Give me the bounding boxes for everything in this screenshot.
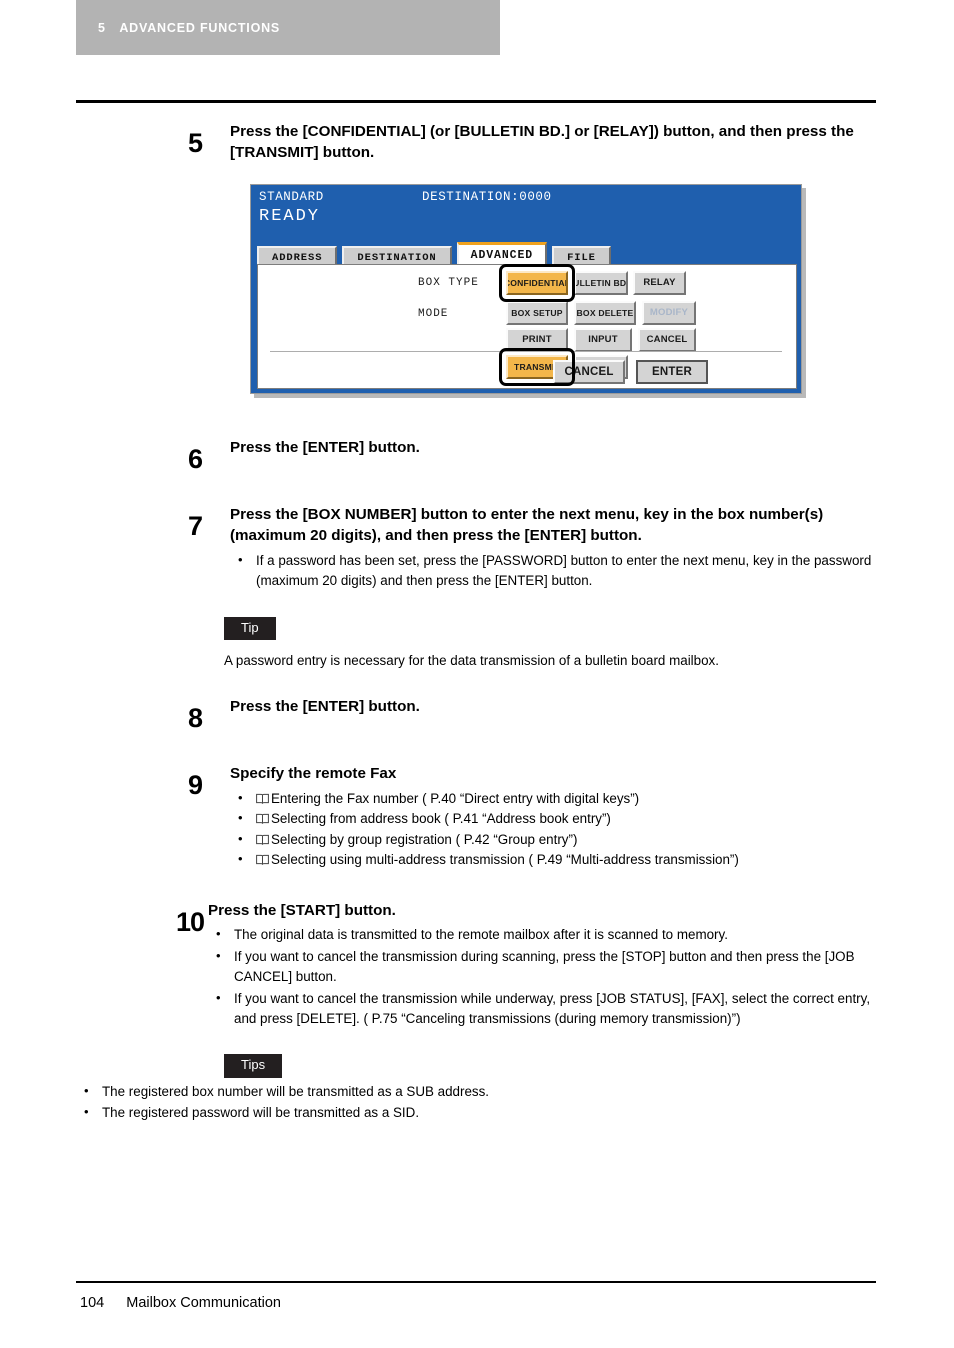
step-6-heading: Press the [ENTER] button. — [230, 438, 420, 456]
step-10: 10 Press the [START] button. The origina… — [76, 901, 876, 1031]
step-10-number: 10 — [176, 906, 205, 937]
step-8-number: 8 — [188, 703, 203, 734]
tips-block: Tips — [224, 1054, 876, 1078]
page-number: 104 — [80, 1295, 105, 1311]
lcd-content-panel: BOX TYPE MODE CONFIDENTIAL ULLETIN BD. R… — [257, 263, 797, 389]
list-item: If you want to cancel the transmission d… — [208, 946, 876, 988]
footer-section-title: Mailbox Communication — [126, 1295, 281, 1311]
step-7-number: 7 — [188, 510, 203, 541]
list-item: The original data is transmitted to the … — [208, 924, 876, 945]
tip-block: Tip — [224, 616, 876, 640]
step-10-heading: Press the [START] button. — [208, 901, 396, 919]
step-10-bullets: The original data is transmitted to the … — [208, 924, 876, 1030]
step-7-heading: Press the [BOX NUMBER] button to enter t… — [230, 505, 824, 544]
chapter-header-band: 5 ADVANCED FUNCTIONS — [76, 0, 500, 55]
list-item: Selecting from address book ( P.41 “Addr… — [230, 808, 876, 829]
callout-ring-confidential — [499, 263, 575, 302]
page-footer: 104 Mailbox Communication — [80, 1295, 281, 1311]
book-icon — [256, 854, 269, 866]
list-item: The registered password will be transmit… — [76, 1102, 876, 1123]
list-item-text: Selecting using multi-address transmissi… — [271, 852, 739, 868]
button-relay[interactable]: RELAY — [633, 270, 686, 295]
callout-ring-transmit — [499, 347, 575, 386]
chapter-title: ADVANCED FUNCTIONS — [119, 20, 281, 35]
list-item: Selecting by group registration ( P.42 “… — [230, 829, 876, 850]
list-item-text: Selecting from address book ( P.41 “Addr… — [271, 811, 611, 827]
step-5-heading: Press the [CONFIDENTIAL] (or [BULLETIN B… — [230, 123, 854, 161]
footer-divider — [76, 1281, 876, 1283]
step-5-number: 5 — [188, 128, 203, 158]
list-item-text: If you want to cancel the transmission w… — [234, 990, 871, 1026]
lcd-status-row: STANDARD DESTINATION:0000 — [259, 189, 801, 204]
step-7-bullets: If a password has been set, press the [P… — [230, 550, 876, 592]
label-box-type: BOX TYPE — [418, 276, 479, 289]
step-9-heading: Specify the remote Fax — [230, 765, 397, 783]
lcd-ready-text: READY — [259, 206, 321, 226]
fax-lcd-screen: STANDARD DESTINATION:0000 READY ADDRESS … — [250, 183, 802, 394]
header-divider — [76, 100, 876, 103]
button-enter[interactable]: ENTER — [636, 359, 708, 384]
page-content: 5 Press the [CONFIDENTIAL] (or [BULLETIN… — [76, 114, 876, 1124]
step-9-bullets: Entering the Fax number ( P.40 “Direct e… — [230, 788, 876, 871]
button-bulletin-bd[interactable]: ULLETIN BD. — [574, 270, 628, 295]
book-icon — [256, 793, 269, 804]
step-6: 6 Press the [ENTER] button. — [76, 438, 876, 473]
lcd-status-text: STANDARD — [259, 189, 324, 204]
lcd-destination-counter: DESTINATION:0000 — [422, 189, 552, 204]
step-9: 9 Specify the remote Fax Entering the Fa… — [76, 764, 876, 870]
step-5: 5 Press the [CONFIDENTIAL] (or [BULLETIN… — [76, 122, 876, 164]
step-6-number: 6 — [188, 443, 203, 474]
list-item-text: Entering the Fax number ( P.40 “Direct e… — [271, 791, 640, 806]
button-modify: MODIFY — [642, 300, 696, 325]
list-item: Entering the Fax number ( P.40 “Direct e… — [230, 788, 876, 809]
tips-list: The registered box number will be transm… — [76, 1081, 876, 1124]
list-item: Selecting using multi-address transmissi… — [230, 849, 876, 870]
step-9-number: 9 — [188, 770, 203, 801]
list-item-text: Selecting by group registration ( P.42 “… — [271, 831, 578, 847]
label-mode: MODE — [418, 307, 449, 320]
step-8-heading: Press the [ENTER] button. — [230, 698, 420, 716]
list-item: If you want to cancel the transmission w… — [208, 988, 876, 1030]
step-7: 7 Press the [BOX NUMBER] button to enter… — [76, 505, 876, 593]
list-item: The registered box number will be transm… — [76, 1081, 876, 1102]
book-icon — [256, 813, 269, 825]
book-icon — [256, 834, 269, 845]
list-item: If a password has been set, press the [P… — [230, 550, 876, 592]
lcd-figure: STANDARD DESTINATION:0000 READY ADDRESS … — [250, 183, 806, 398]
button-input[interactable]: INPUT — [574, 327, 632, 352]
button-cancel-mode[interactable]: CANCEL — [638, 327, 696, 352]
chapter-number: 5 — [98, 20, 106, 35]
button-box-delete[interactable]: BOX DELETE — [574, 300, 636, 325]
step-8: 8 Press the [ENTER] button. — [76, 697, 876, 732]
tip-text: A password entry is necessary for the da… — [224, 652, 719, 668]
button-box-setup[interactable]: BOX SETUP — [506, 300, 568, 325]
tips-badge: Tips — [224, 1054, 283, 1078]
tip-badge: Tip — [224, 616, 276, 640]
